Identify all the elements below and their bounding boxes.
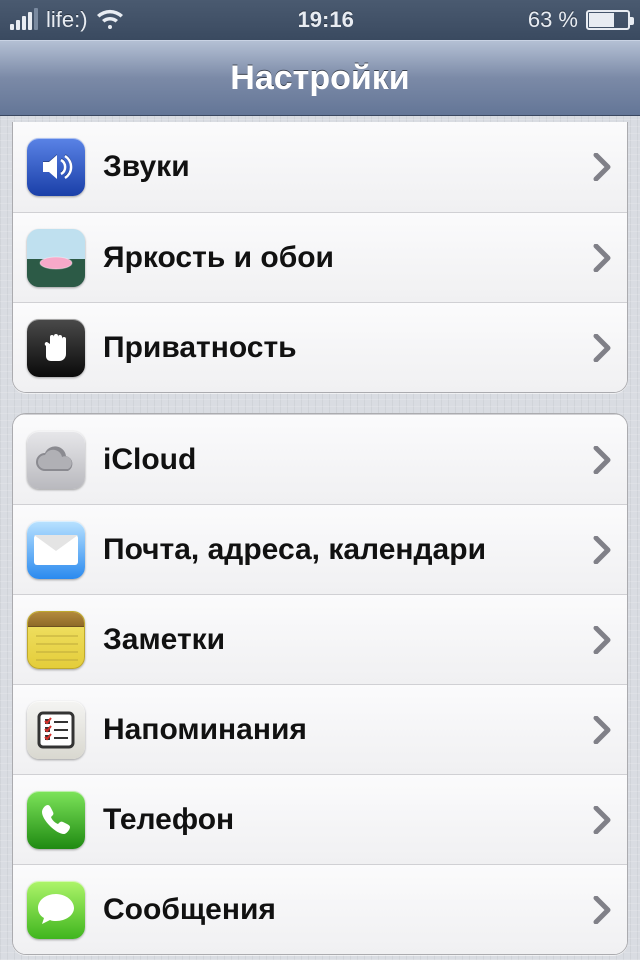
chevron-right-icon	[593, 244, 611, 272]
nav-bar: Настройки	[0, 40, 640, 116]
settings-row-messages[interactable]: Сообщения	[13, 864, 627, 954]
row-label: Напоминания	[103, 713, 593, 747]
phone-icon	[27, 791, 85, 849]
privacy-icon	[27, 319, 85, 377]
mail-icon	[27, 521, 85, 579]
settings-row-icloud[interactable]: iCloud	[13, 414, 627, 504]
settings-group-accounts: iCloud Почта, адреса, календари Заметки …	[12, 413, 628, 955]
status-left: life:)	[10, 7, 124, 33]
page-title: Настройки	[230, 59, 409, 98]
settings-row-reminders[interactable]: Напоминания	[13, 684, 627, 774]
row-label: Звуки	[103, 150, 593, 184]
settings-row-mail-contacts-calendars[interactable]: Почта, адреса, календари	[13, 504, 627, 594]
chevron-right-icon	[593, 806, 611, 834]
icloud-icon	[27, 431, 85, 489]
signal-bars-icon	[10, 10, 38, 30]
battery-icon	[586, 10, 630, 30]
chevron-right-icon	[593, 536, 611, 564]
settings-row-brightness-wallpaper[interactable]: Яркость и обои	[13, 212, 627, 302]
reminders-icon	[27, 701, 85, 759]
status-time: 19:16	[298, 7, 354, 33]
settings-row-privacy[interactable]: Приватность	[13, 302, 627, 392]
row-label: Заметки	[103, 623, 593, 657]
chevron-right-icon	[593, 626, 611, 654]
chevron-right-icon	[593, 716, 611, 744]
chevron-right-icon	[593, 896, 611, 924]
settings-row-sounds[interactable]: Звуки	[13, 122, 627, 212]
chevron-right-icon	[593, 334, 611, 362]
settings-row-phone[interactable]: Телефон	[13, 774, 627, 864]
row-label: iCloud	[103, 443, 593, 477]
row-label: Сообщения	[103, 893, 593, 927]
row-label: Почта, адреса, календари	[103, 533, 593, 567]
settings-group-general: Звуки Яркость и обои Приватность	[12, 122, 628, 393]
notes-icon	[27, 611, 85, 669]
wallpaper-icon	[27, 229, 85, 287]
wifi-icon	[96, 9, 124, 31]
messages-icon	[27, 881, 85, 939]
row-label: Яркость и обои	[103, 241, 593, 275]
row-label: Телефон	[103, 803, 593, 837]
sound-icon	[27, 138, 85, 196]
settings-row-notes[interactable]: Заметки	[13, 594, 627, 684]
battery-percent-label: 63 %	[528, 7, 578, 33]
status-bar: life:) 19:16 63 %	[0, 0, 640, 40]
status-right: 63 %	[528, 7, 630, 33]
carrier-label: life:)	[46, 7, 88, 33]
chevron-right-icon	[593, 446, 611, 474]
row-label: Приватность	[103, 331, 593, 365]
settings-scroll-area[interactable]: Звуки Яркость и обои Приватность	[0, 116, 640, 960]
chevron-right-icon	[593, 153, 611, 181]
